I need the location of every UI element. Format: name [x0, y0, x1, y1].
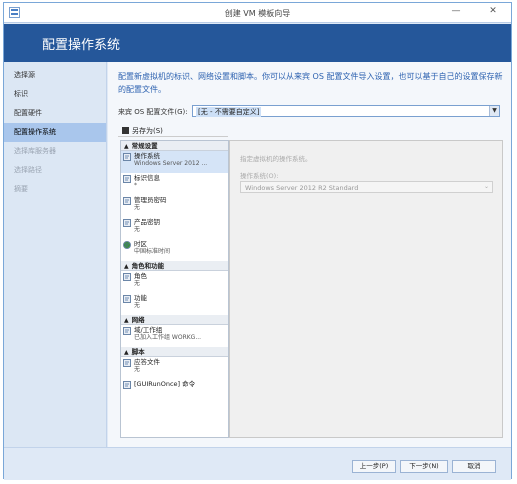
- wizard-window: 创建 VM 模板向导 — ✕ 配置操作系统 选择源 标识 配置硬件 配置操作系统 选择库…: [3, 2, 512, 480]
- tree-item-value: 无: [134, 280, 141, 287]
- save-as-label: 另存为(S): [132, 127, 163, 135]
- save-as-toolbar: 另存为(S): [118, 124, 228, 137]
- collapse-chevron-icon[interactable]: ▲: [124, 349, 129, 356]
- wizard-footer: 上一步(P) 下一步(N) 取消: [4, 447, 511, 480]
- tree-item-label: 角色: [134, 272, 147, 280]
- tree-item-label: 操作系统: [134, 152, 160, 160]
- chevron-down-icon[interactable]: ▼: [489, 106, 499, 116]
- main-content: 配置新虚拟机的标识、网络设置和脚本。你可以从来宾 OS 配置文件导入设置，也可以…: [108, 62, 511, 447]
- tree-item-value: 中国标准时间: [134, 248, 171, 255]
- admin-password-icon: [123, 197, 131, 205]
- page-description: 配置新虚拟机的标识、网络设置和脚本。你可以从来宾 OS 配置文件导入设置，也可以…: [118, 72, 503, 94]
- save-icon: [122, 127, 129, 134]
- page-header: 配置操作系统: [4, 24, 511, 62]
- timezone-icon: [123, 241, 131, 249]
- guest-os-profile-label: 来宾 OS 配置文件(G):: [118, 108, 188, 116]
- tree-item-label: 时区: [134, 240, 147, 248]
- window-title: 创建 VM 模板向导: [224, 9, 291, 18]
- identity-icon: [123, 175, 131, 183]
- tree-item-label: 应答文件: [134, 358, 160, 366]
- cancel-button[interactable]: 取消: [452, 460, 496, 473]
- tree-group-header[interactable]: ▲ 脚本: [121, 347, 228, 357]
- tree-item[interactable]: 域/工作组 已加入工作组 WORKG...: [121, 325, 228, 347]
- tree-group-header[interactable]: ▲ 常规设置: [121, 141, 228, 151]
- runonce-icon: [123, 381, 131, 389]
- save-as-button[interactable]: 另存为(S): [122, 126, 163, 136]
- operating-system-value: Windows Server 2012 R2 Standard: [245, 184, 359, 192]
- settings-tree: ▲ 常规设置 操作系统 Windows Server 2012 ... 标识信息 * 管理员…: [120, 140, 229, 438]
- tree-item[interactable]: 管理员密码无: [121, 195, 228, 217]
- chevron-down-icon[interactable]: ⌄: [484, 183, 489, 190]
- tree-group-header[interactable]: ▲ 角色和功能: [121, 261, 228, 271]
- wizard-step-item: 摘要: [14, 185, 28, 193]
- wizard-step-item[interactable]: 配置操作系统: [4, 123, 106, 142]
- tree-item-value: Windows Server 2012 ...: [134, 160, 208, 167]
- details-hint: 指定虚拟机的操作系统。: [240, 155, 312, 163]
- answer-file-icon: [123, 359, 131, 367]
- settings-details-panel: 指定虚拟机的操作系统。 操作系统(O): Windows Server 2012…: [229, 140, 503, 438]
- tree-item-value: 已加入工作组 WORKG...: [134, 334, 202, 341]
- features-icon: [123, 295, 131, 303]
- product-key-icon: [123, 219, 131, 227]
- wizard-step-item: 选择路径: [14, 166, 42, 174]
- wizard-step-item: 选择库服务器: [14, 147, 56, 155]
- tree-item-value: 无: [134, 226, 141, 233]
- roles-icon: [123, 273, 131, 281]
- tree-item-label: 域/工作组: [134, 326, 163, 334]
- domain-icon: [123, 327, 131, 335]
- tree-group-label: 网络: [131, 316, 145, 324]
- collapse-chevron-icon[interactable]: ▲: [124, 143, 129, 150]
- tree-item-label: [GUIRunOnce] 命令: [134, 380, 196, 388]
- wizard-step-item[interactable]: 选择源: [4, 66, 106, 85]
- tree-group-label: 脚本: [131, 348, 145, 356]
- tree-group-label: 常规设置: [131, 142, 158, 150]
- guest-os-profile-dropdown[interactable]: [无 - 不需要自定义] ▼: [192, 105, 500, 117]
- tree-item-label: 标识信息: [134, 174, 160, 182]
- operating-system-dropdown[interactable]: Windows Server 2012 R2 Standard ⌄: [240, 181, 493, 193]
- tree-item-value: 无: [134, 366, 141, 373]
- tree-item[interactable]: 应答文件无: [121, 357, 228, 379]
- tree-item[interactable]: 角色无: [121, 271, 228, 293]
- page-title: 配置操作系统: [42, 38, 121, 53]
- guest-os-profile-value: [无 - 不需要自定义]: [196, 107, 262, 117]
- tree-item-value: 无: [134, 302, 141, 309]
- minimize-button[interactable]: —: [445, 4, 467, 19]
- collapse-chevron-icon[interactable]: ▲: [124, 263, 129, 270]
- previous-button[interactable]: 上一步(P): [352, 460, 396, 473]
- tree-group-label: 角色和功能: [131, 262, 165, 270]
- operating-system-label: 操作系统(O):: [240, 172, 279, 180]
- tree-item-value: 无: [134, 204, 141, 211]
- wizard-steps-nav: 选择源 标识 配置硬件 配置操作系统选择库服务器 选择路径摘要: [4, 62, 107, 447]
- wizard-step-item[interactable]: 标识: [4, 85, 106, 104]
- tree-item-label: 产品密钥: [134, 218, 160, 226]
- tree-item[interactable]: 时区 中国标准时间: [121, 239, 228, 261]
- os-icon: [123, 153, 131, 161]
- tree-item-label: 功能: [134, 294, 147, 302]
- tree-item[interactable]: [GUIRunOnce] 命令: [121, 379, 228, 393]
- tree-group-header[interactable]: ▲ 网络: [121, 315, 228, 325]
- collapse-chevron-icon[interactable]: ▲: [124, 317, 129, 324]
- wizard-step-item[interactable]: 配置硬件: [4, 104, 106, 123]
- next-button[interactable]: 下一步(N): [400, 460, 448, 473]
- title-bar: 创建 VM 模板向导 — ✕: [4, 3, 511, 23]
- tree-item[interactable]: 功能无: [121, 293, 228, 315]
- tree-item[interactable]: 操作系统 Windows Server 2012 ...: [121, 151, 228, 173]
- tree-item-label: 管理员密码: [134, 196, 167, 204]
- close-button[interactable]: ✕: [478, 4, 508, 19]
- tree-item-value: *: [134, 182, 137, 189]
- tree-item[interactable]: 标识信息 *: [121, 173, 228, 195]
- tree-item[interactable]: 产品密钥无: [121, 217, 228, 239]
